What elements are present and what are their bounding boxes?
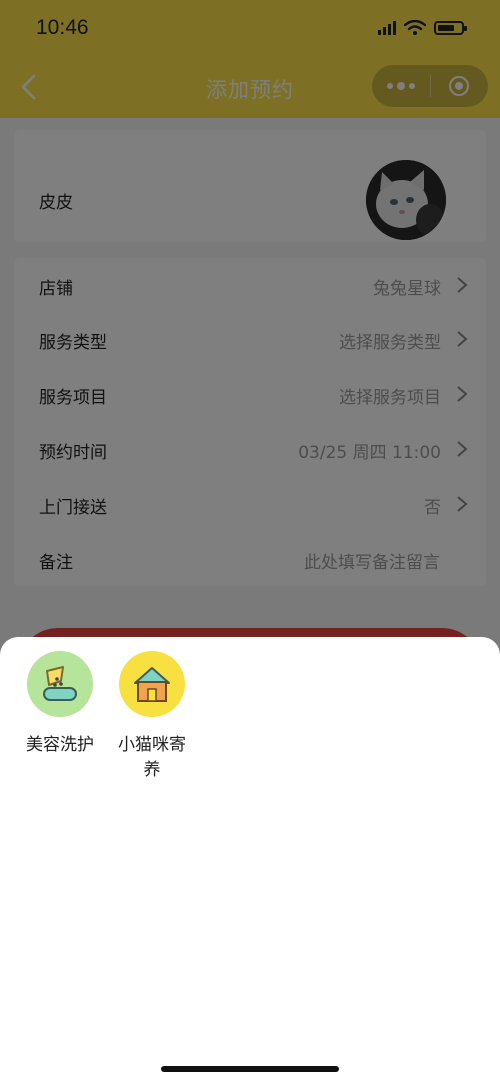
grooming-icon — [27, 651, 93, 717]
pet-house-icon — [119, 651, 185, 717]
service-type-sheet: 美容洗护 小猫咪寄养 — [0, 637, 500, 1083]
service-option-grooming[interactable]: 美容洗护 — [20, 651, 100, 758]
service-option-cat-boarding[interactable]: 小猫咪寄养 — [112, 651, 192, 783]
home-indicator — [161, 1066, 339, 1072]
service-option-label: 小猫咪寄养 — [118, 735, 186, 780]
service-option-label: 美容洗护 — [26, 735, 94, 755]
